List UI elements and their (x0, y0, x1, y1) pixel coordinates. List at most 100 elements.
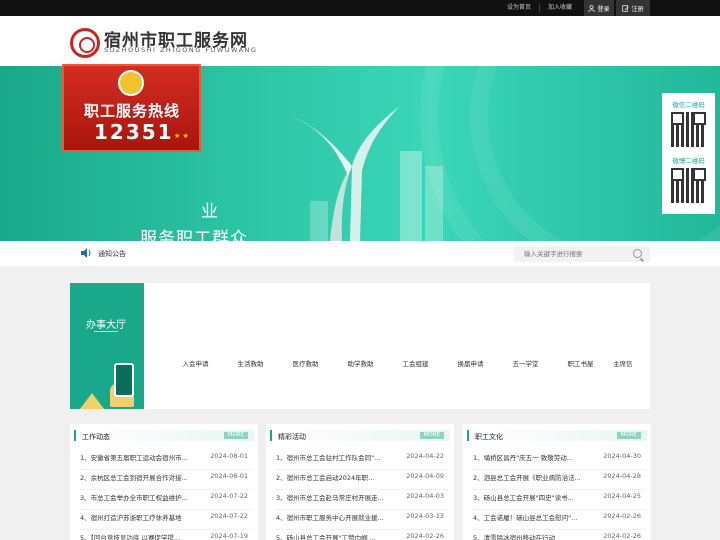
news-panel-culture: 职工文化 MORE 1、埇桥区昌丹"庆五一 致敬劳动... 2024-04-30 … (463, 424, 651, 540)
item-title[interactable]: 5、砀山县总工会开展"工赞巾帼 ... (276, 532, 402, 540)
item-title[interactable]: 4、宿州市职工服务中心开展就业援... (276, 512, 402, 522)
stars-icon: ★ ★ (174, 132, 189, 140)
service-item-may-day-school[interactable]: 五一学堂 (498, 358, 553, 368)
register-label: 注册 (631, 5, 644, 13)
item-title[interactable]: 2、宿州市总工会启动2024年职... (276, 472, 402, 482)
service-item-chairman-letter[interactable]: 主席信 (613, 358, 633, 368)
service-items: 入会申请 生活救助 医疗救助 助学救助 工会组建 换届申请 五一学堂 职工书屋 … (168, 358, 633, 368)
list-item[interactable]: 2、宿州市总工会启动2024年职... 2024-04-09 (276, 470, 448, 490)
weibo-qr-label: 微博二维码 (672, 157, 705, 165)
banner-slogan: 服务职工群众 (140, 229, 248, 241)
more-button[interactable]: MORE (419, 432, 444, 439)
news-list: 1、安徽省第五届职工运动会宿州市... 2024-08-01 2、余杭区总工会到宿… (80, 450, 252, 540)
set-homepage-link[interactable]: 设为首页 (499, 4, 540, 12)
building-graphic (310, 201, 328, 241)
search-icon[interactable] (633, 249, 642, 258)
building-graphic (425, 166, 443, 241)
service-item-membership[interactable]: 入会申请 (168, 358, 223, 368)
item-date: 2024-07-19 (210, 532, 248, 540)
item-title[interactable]: 1、安徽省第五届职工运动会宿州市... (80, 452, 206, 462)
item-title[interactable]: 3、砀山县总工会开展"四史"读书... (473, 492, 599, 502)
accent-bar (270, 430, 272, 441)
emblem-icon (118, 70, 144, 96)
search-box (514, 246, 650, 262)
list-item[interactable]: 4、宿州打造沪苏浙职工疗休养基地 2024-07-22 (80, 510, 252, 530)
add-favorite-link[interactable]: 加入收藏 (540, 4, 580, 12)
list-item[interactable]: 1、宿州市总工会驻村工作队会同"... 2024-04-22 (276, 450, 448, 470)
hotline-ad[interactable]: 职工服务热线 12351 ★ ★ (62, 64, 201, 152)
login-button[interactable]: 登录 (584, 0, 614, 16)
item-date: 2024-03-13 (406, 512, 444, 520)
accent-bar (467, 430, 469, 441)
list-item[interactable]: 4、宿州市职工服务中心开展就业援... 2024-03-13 (276, 510, 448, 530)
list-item[interactable]: 3、市总工会举办全市职工权益维护... 2024-07-22 (80, 490, 252, 510)
news-panel-work: 工作动态 MORE 1、安徽省第五届职工运动会宿州市... 2024-08-01 … (70, 424, 258, 540)
hotline-number: 12351 (94, 120, 174, 144)
more-button[interactable]: MORE (616, 432, 641, 439)
list-item[interactable]: 3、砀山县总工会开展"四史"读书... 2024-04-25 (473, 490, 645, 510)
item-date: 2024-04-28 (603, 472, 641, 480)
item-title[interactable]: 2、泗县总工会开展《职业病防治法... (473, 472, 599, 482)
service-hall-banner: 办事大厅 (70, 283, 144, 409)
top-bar: 设为首页 加入收藏 登录 注册 (0, 0, 720, 16)
item-title[interactable]: 4、宿州打造沪苏浙职工疗休养基地 (80, 512, 206, 522)
panel-title: 工作动态 (82, 433, 110, 441)
search-input[interactable] (524, 248, 624, 260)
item-date: 2024-07-22 (210, 492, 248, 500)
item-date: 2024-04-30 (603, 452, 641, 460)
item-title[interactable]: 4、工会诺履！砀山县总工会慰问"... (473, 512, 599, 522)
edit-icon (622, 4, 630, 12)
building-graphic (400, 151, 422, 241)
list-item[interactable]: 5、清雪除冰宿州移动在行动 2024-02-26 (473, 530, 645, 540)
hill-graphic (80, 393, 104, 409)
news-list: 1、宿州市总工会驻村工作队会同"... 2024-04-22 2、宿州市总工会启动… (276, 450, 448, 540)
list-item[interactable]: 2、余杭区总工会到宿开展合作对接... 2024-08-01 (80, 470, 252, 490)
list-item[interactable]: 1、安徽省第五届职工运动会宿州市... 2024-08-01 (80, 450, 252, 470)
item-date: 2024-04-03 (406, 492, 444, 500)
item-title[interactable]: 5、【回台竞技显功底 以赛促学提... (80, 532, 206, 540)
item-title[interactable]: 2、余杭区总工会到宿开展合作对接... (80, 472, 206, 482)
service-item-living-aid[interactable]: 生活救助 (223, 358, 278, 368)
wechat-qr-code (671, 112, 706, 147)
list-item[interactable]: 3、宿州市总工会赴马常庄村开展走... 2024-04-03 (276, 490, 448, 510)
accent-bar (74, 430, 76, 441)
service-item-union-setup[interactable]: 工会组建 (388, 358, 443, 368)
item-date: 2024-07-22 (210, 512, 248, 520)
service-hall: 办事大厅 入会申请 生活救助 医疗救助 助学救助 工会组建 换届申请 五一学堂 … (70, 283, 650, 409)
panel-header: 职工文化 MORE (467, 430, 647, 441)
item-date: 2024-04-22 (406, 452, 444, 460)
notice-label[interactable]: 通知公告 (98, 249, 126, 259)
list-item[interactable]: 1、埇桥区昌丹"庆五一 致敬劳动... 2024-04-30 (473, 450, 645, 470)
item-title[interactable]: 1、埇桥区昌丹"庆五一 致敬劳动... (473, 452, 599, 462)
news-list: 1、埇桥区昌丹"庆五一 致敬劳动... 2024-04-30 2、泗县总工会开展《… (473, 450, 645, 540)
hotline-title: 职工服务热线 (84, 102, 181, 120)
item-date: 2024-08-01 (210, 452, 248, 460)
service-item-medical-aid[interactable]: 医疗救助 (278, 358, 333, 368)
login-label: 登录 (597, 5, 610, 13)
service-item-education-aid[interactable]: 助学救助 (333, 358, 388, 368)
qr-panel: 微信二维码 微博二维码 (662, 93, 715, 214)
list-item[interactable]: 2、泗县总工会开展《职业病防治法... 2024-04-28 (473, 470, 645, 490)
service-item-book-house[interactable]: 职工书屋 (553, 358, 608, 368)
divider (94, 331, 118, 332)
item-title[interactable]: 1、宿州市总工会驻村工作队会同"... (276, 452, 402, 462)
item-title[interactable]: 3、宿州市总工会赴马常庄村开展走... (276, 492, 402, 502)
list-item[interactable]: 4、工会诺履！砀山县总工会慰问"... 2024-02-26 (473, 510, 645, 530)
item-date: 2024-02-26 (603, 532, 641, 540)
panel-title: 职工文化 (475, 433, 503, 441)
register-button[interactable]: 注册 (616, 0, 650, 16)
item-date: 2024-02-26 (406, 532, 444, 540)
news-panel-activities: 精彩活动 MORE 1、宿州市总工会驻村工作队会同"... 2024-04-22 … (266, 424, 454, 540)
service-hall-title: 办事大厅 (86, 320, 126, 331)
item-title[interactable]: 3、市总工会举办全市职工权益维护... (80, 492, 206, 502)
list-item[interactable]: 5、砀山县总工会开展"工赞巾帼 ... 2024-02-26 (276, 530, 448, 540)
more-button[interactable]: MORE (223, 432, 248, 439)
item-title[interactable]: 5、清雪除冰宿州移动在行动 (473, 532, 599, 540)
sculpture-graphic (290, 106, 400, 241)
item-date: 2024-02-26 (603, 512, 641, 520)
speaker-icon (81, 248, 91, 258)
union-logo-icon[interactable] (70, 28, 100, 58)
banner-slogan-partial: 业 (201, 202, 218, 222)
list-item[interactable]: 5、【回台竞技显功底 以赛促学提... 2024-07-19 (80, 530, 252, 540)
service-item-reelection[interactable]: 换届申请 (443, 358, 498, 368)
